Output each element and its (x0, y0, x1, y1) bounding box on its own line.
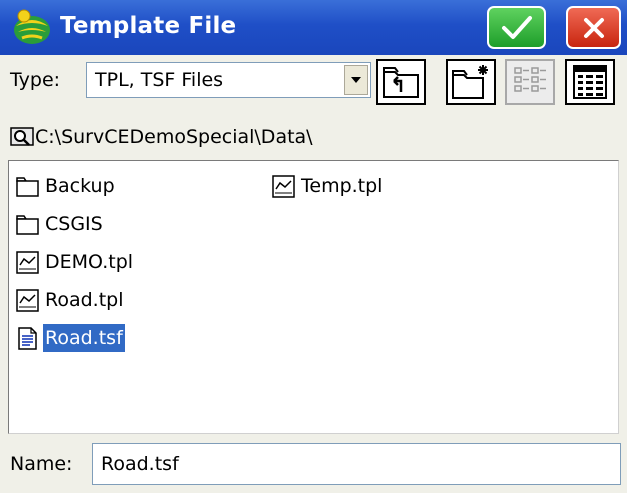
list-item-csgis[interactable]: CSGIS (15, 207, 105, 241)
list-item-temp-tpl[interactable]: Temp.tpl (271, 169, 384, 203)
carlson-logo-icon (14, 9, 50, 44)
file-name: Road.tsf (43, 324, 125, 352)
name-label: Name: (10, 453, 73, 475)
folder-icon (16, 214, 39, 235)
close-button[interactable] (566, 6, 621, 49)
details-view-button[interactable] (565, 59, 615, 105)
list-item-backup[interactable]: Backup (15, 169, 117, 203)
window-title: Template File (60, 13, 237, 39)
file-name-value: Road.tsf (101, 453, 179, 475)
template-file-icon (272, 174, 295, 198)
template-file-icon (16, 288, 39, 312)
file-name: Backup (45, 175, 115, 197)
close-icon (583, 17, 604, 38)
type-label: Type: (10, 69, 61, 91)
type-value: TPL, TSF Files (95, 69, 224, 91)
details-view-icon (573, 65, 607, 99)
type-dropdown[interactable]: TPL, TSF Files (86, 62, 371, 98)
list-item-demo-tpl[interactable]: DEMO.tpl (15, 245, 135, 279)
file-name: Temp.tpl (301, 175, 383, 197)
file-list[interactable]: Backup CSGIS DEMO.tpl Road.tpl Road.tsf … (8, 160, 619, 434)
folder-icon (16, 176, 39, 197)
folder-up-button[interactable] (376, 59, 426, 105)
list-view-icon (514, 67, 546, 92)
chevron-down-icon (351, 77, 361, 83)
template-file-icon (16, 250, 39, 274)
folder-up-icon (383, 67, 419, 98)
file-name-input[interactable]: Road.tsf (92, 443, 621, 485)
file-name: DEMO.tpl (45, 251, 134, 273)
title-bar: Template File (0, 0, 627, 55)
tsf-file-icon (18, 326, 37, 350)
new-folder-icon (452, 65, 488, 99)
list-view-button[interactable] (505, 59, 555, 105)
list-item-road-tsf[interactable]: Road.tsf (15, 321, 125, 355)
new-folder-button[interactable] (446, 59, 496, 105)
file-name: Road.tpl (45, 289, 124, 311)
checkmark-icon (501, 15, 532, 39)
dropdown-arrow-button[interactable] (344, 65, 368, 95)
ok-button[interactable] (487, 6, 546, 49)
drive-search-icon (10, 127, 34, 146)
path-text: C:\SurvCEDemoSpecial\Data\ (35, 126, 313, 148)
list-item-road-tpl[interactable]: Road.tpl (15, 283, 126, 317)
file-name: CSGIS (45, 213, 103, 235)
